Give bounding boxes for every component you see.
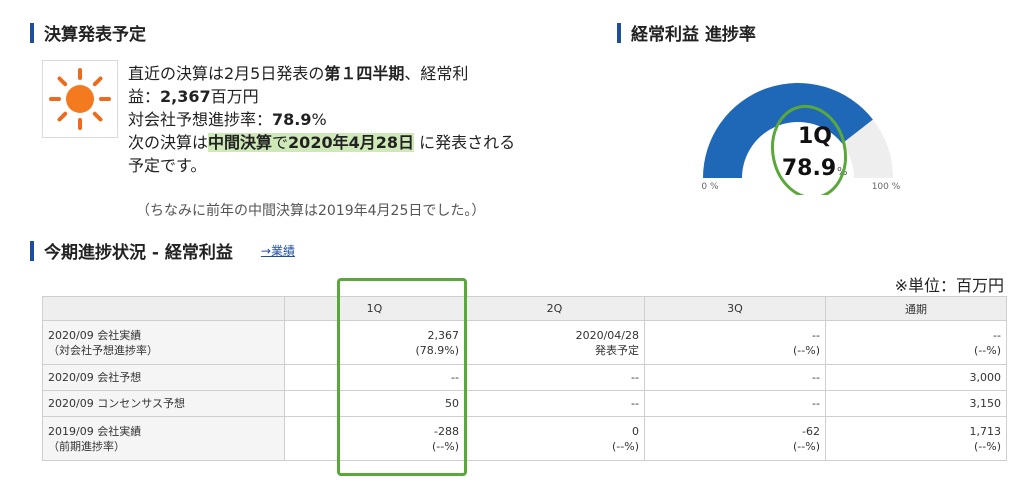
cell-line: (--%): [793, 439, 820, 453]
unit-note: ※単位：百万円: [894, 276, 1004, 295]
table-cell: 2,367 (78.9%): [284, 320, 465, 365]
table-cell: 3,150: [825, 390, 1007, 417]
row-label-line: 2020/09 会社実績: [48, 328, 142, 342]
cell-line: (--%): [793, 343, 820, 357]
cell-line: --: [812, 371, 820, 384]
cell-line: (--%): [432, 439, 459, 453]
table-header: 通期: [825, 296, 1007, 321]
cell-line: --: [812, 328, 820, 342]
section-title-status: 今期進捗状況 - 経常利益 →業績: [30, 238, 295, 263]
row-label: 2020/09 会社実績 （対会社予想進捗率）: [42, 320, 285, 365]
table-cell: -- (--%): [825, 320, 1007, 365]
cell-line: 発表予定: [595, 343, 639, 357]
cell-line: 3,150: [969, 397, 1002, 410]
table-header-empty: [42, 296, 285, 321]
row-label-line: 2020/09 コンセンサス予想: [48, 397, 185, 410]
gauge-value: 78.9: [782, 156, 836, 181]
table-row: 2020/09 コンセンサス予想 50 -- -- 3,150: [42, 390, 1007, 417]
row-label-line: 2020/09 会社予想: [48, 371, 142, 384]
announcement-line: 次の決算は中間決算で2020年4月28日 に発表される: [128, 133, 516, 152]
cell-line: 3,000: [969, 371, 1002, 384]
table-cell: --: [284, 364, 465, 391]
section-title-text: 経常利益 進捗率: [631, 25, 756, 45]
progress-table: 1Q 2Q 3Q 通期 2020/09 会社実績 （対会社予想進捗率） 2,367(…: [42, 296, 1007, 461]
cell-line: --: [631, 371, 639, 384]
section-title-text: 今期進捗状況 - 経常利益: [44, 243, 233, 263]
gauge-min-label: 0 %: [701, 182, 719, 192]
table-cell: --: [464, 390, 645, 417]
cell-line: (--%): [974, 439, 1001, 453]
table-cell: -- (--%): [644, 320, 826, 365]
announcement-line: 予定です。: [128, 156, 207, 175]
section-title-progress: 経常利益 進捗率: [617, 20, 756, 45]
table-cell: -62 (--%): [644, 416, 826, 461]
cell-line: 50: [445, 397, 459, 410]
row-label-line: 2019/09 会社実績: [48, 424, 142, 438]
cell-line: 2,367: [427, 328, 460, 342]
previous-announcement-note: （ちなみに前年の中間決算は2019年4月25日でした。）: [136, 203, 486, 219]
table-cell: 1,713 (--%): [825, 416, 1007, 461]
announcement-text: 直近の決算は2月5日発表の第１四半期、経常利 益：2,367百万円 対会社予想進…: [128, 62, 578, 177]
table-cell: --: [644, 364, 826, 391]
table-cell: --: [464, 364, 645, 391]
announcement-line: 直近の決算は2月5日発表の第１四半期、経常利: [128, 64, 469, 83]
weather-sun-icon-box: [42, 60, 118, 138]
section-bar: [30, 22, 34, 43]
table-row: 2020/09 会社予想 -- -- -- 3,000: [42, 364, 1007, 391]
cell-line: (78.9%): [415, 343, 459, 357]
progress-gauge: 1Q 78.9 % 0 % 100 %: [701, 82, 901, 195]
cell-line: --: [993, 328, 1001, 342]
section-title-text: 決算発表予定: [44, 25, 146, 45]
table-cell: 50: [284, 390, 465, 417]
section-title-announcement: 決算発表予定: [30, 20, 146, 45]
table-cell: --: [644, 390, 826, 417]
results-link[interactable]: →業績: [261, 242, 295, 259]
table-row: 2019/09 会社実績 （前期進捗率） -288 (--%) 0 (--%) -62 (--…: [42, 416, 1007, 461]
sun-icon: [49, 68, 111, 130]
announcement-line: 益：2,367百万円: [128, 87, 259, 106]
table-cell: -288 (--%): [284, 416, 465, 461]
table-header-row: 1Q 2Q 3Q 通期: [42, 296, 1007, 321]
table-cell: 3,000: [825, 364, 1007, 391]
cell-line: 0: [632, 424, 639, 438]
table-cell: 0 (--%): [464, 416, 645, 461]
table-header: 1Q: [284, 296, 465, 321]
table-row: 2020/09 会社実績 （対会社予想進捗率） 2,367 (78.9%) 2020/0…: [42, 320, 1007, 365]
cell-line: (--%): [974, 343, 1001, 357]
section-bar: [30, 240, 34, 261]
row-label: 2020/09 会社予想: [42, 364, 285, 391]
cell-line: --: [812, 397, 820, 410]
section-bar: [617, 22, 621, 43]
cell-line: --: [631, 397, 639, 410]
gauge-quarter-label: 1Q: [798, 124, 832, 149]
cell-line: (--%): [612, 439, 639, 453]
row-label: 2020/09 コンセンサス予想: [42, 390, 285, 417]
cell-line: --: [451, 371, 459, 384]
row-label-line: （対会社予想進捗率）: [48, 343, 158, 357]
cell-line: 1,713: [969, 424, 1002, 438]
row-label: 2019/09 会社実績 （前期進捗率）: [42, 416, 285, 461]
cell-line: 2020/04/28: [575, 328, 639, 342]
announcement-line: 対会社予想進捗率：78.9%: [128, 110, 327, 129]
table-header: 3Q: [644, 296, 826, 321]
cell-line: -288: [434, 424, 459, 438]
cell-line: -62: [802, 424, 820, 438]
gauge-max-label: 100 %: [872, 182, 901, 192]
row-label-line: （前期進捗率）: [48, 439, 125, 453]
table-cell: 2020/04/28 発表予定: [464, 320, 645, 365]
table-header: 2Q: [464, 296, 645, 321]
highlight-next-announcement: 中間決算で2020年4月28日: [208, 133, 414, 152]
